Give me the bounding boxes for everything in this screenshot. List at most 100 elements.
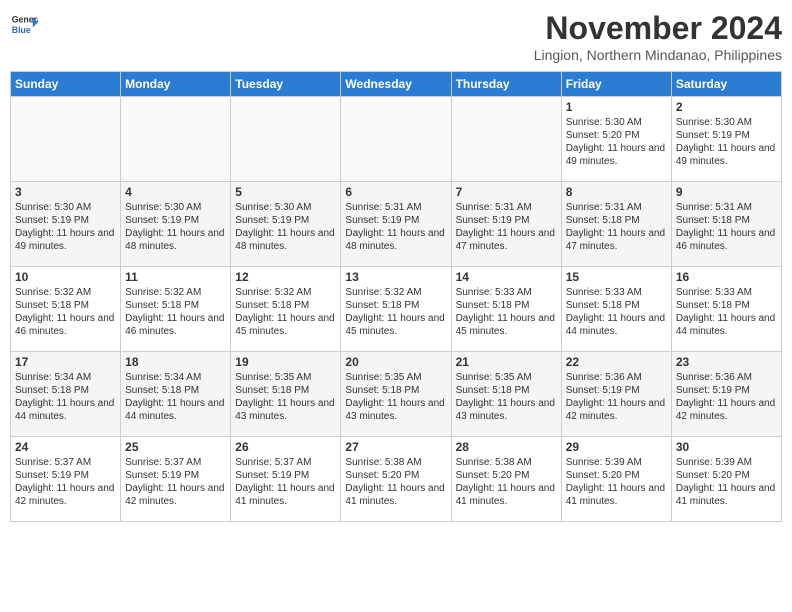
svg-text:Blue: Blue [12,25,31,35]
calendar-cell: 23Sunrise: 5:36 AMSunset: 5:19 PMDayligh… [671,352,781,437]
calendar-cell: 13 Sunrise: 5:32 AMSunset: 5:18 PMDayligh… [341,267,451,352]
day-info: Daylight: 11 hours and 46 minutes. [15,312,116,338]
day-info: Daylight: 11 hours and 41 minutes. [456,482,557,508]
day-info: Sunset: 5:18 PM [345,384,446,397]
day-number: 27 [345,440,446,454]
day-info: Sunset: 5:20 PM [676,469,777,482]
day-info: Sunset: 5:18 PM [676,214,777,227]
day-info: Daylight: 11 hours and 43 minutes. [345,397,446,423]
day-info: Sunrise: 5:34 AM [125,371,226,384]
day-info: Sunset: 5:19 PM [125,469,226,482]
day-info: Daylight: 11 hours and 41 minutes. [345,482,446,508]
day-number: 20 [345,355,446,369]
calendar-cell: 19Sunrise: 5:35 AMSunset: 5:18 PMDayligh… [231,352,341,437]
day-info: Sunset: 5:19 PM [345,214,446,227]
day-info: Daylight: 11 hours and 48 minutes. [235,227,336,253]
day-number: 14 [456,270,557,284]
day-info: Sunrise: 5:32 AM [345,286,446,299]
day-info: Daylight: 11 hours and 45 minutes. [235,312,336,338]
day-info: Sunrise: 5:35 AM [456,371,557,384]
day-info: Daylight: 11 hours and 41 minutes. [235,482,336,508]
day-info: Sunrise: 5:32 AM [15,286,116,299]
day-number: 2 [676,100,777,114]
day-number: 16 [676,270,777,284]
day-number: 3 [15,185,116,199]
calendar-cell: 15Sunrise: 5:33 AMSunset: 5:18 PMDayligh… [561,267,671,352]
day-info: Sunrise: 5:31 AM [676,201,777,214]
day-info: Sunrise: 5:37 AM [235,456,336,469]
day-info: Sunset: 5:20 PM [345,469,446,482]
calendar-cell [231,97,341,182]
day-number: 21 [456,355,557,369]
calendar-cell: 18Sunrise: 5:34 AMSunset: 5:18 PMDayligh… [121,352,231,437]
calendar-cell [451,97,561,182]
day-info: Daylight: 11 hours and 42 minutes. [566,397,667,423]
day-info: Sunset: 5:18 PM [566,214,667,227]
day-info: Sunrise: 5:31 AM [345,201,446,214]
day-number: 9 [676,185,777,199]
day-number: 23 [676,355,777,369]
day-info: Sunset: 5:19 PM [676,129,777,142]
day-number: 25 [125,440,226,454]
logo-icon: General Blue [10,10,38,38]
day-info: Daylight: 11 hours and 49 minutes. [15,227,116,253]
calendar-cell: 1Sunrise: 5:30 AMSunset: 5:20 PMDaylight… [561,97,671,182]
day-info: Sunset: 5:20 PM [566,469,667,482]
calendar-cell: 10Sunrise: 5:32 AMSunset: 5:18 PMDayligh… [11,267,121,352]
calendar-week-row: 1Sunrise: 5:30 AMSunset: 5:20 PMDaylight… [11,97,782,182]
day-info: Sunrise: 5:36 AM [566,371,667,384]
calendar-cell [11,97,121,182]
day-info: Sunrise: 5:33 AM [456,286,557,299]
day-info: Sunset: 5:20 PM [566,129,667,142]
day-info: Sunset: 5:18 PM [456,299,557,312]
day-info: Sunset: 5:18 PM [235,299,336,312]
day-number: 13 [345,270,446,284]
day-info: Sunrise: 5:30 AM [566,116,667,129]
day-number: 24 [15,440,116,454]
day-number: 6 [345,185,446,199]
day-info: Sunrise: 5:32 AM [235,286,336,299]
day-number: 10 [15,270,116,284]
day-info: Sunset: 5:18 PM [345,299,446,312]
day-info: Daylight: 11 hours and 42 minutes. [15,482,116,508]
day-info: Sunrise: 5:36 AM [676,371,777,384]
day-info: Sunset: 5:18 PM [676,299,777,312]
day-info: Daylight: 11 hours and 49 minutes. [566,142,667,168]
day-info: Sunset: 5:18 PM [125,384,226,397]
day-number: 29 [566,440,667,454]
day-number: 5 [235,185,336,199]
calendar-cell: 5Sunrise: 5:30 AMSunset: 5:19 PMDaylight… [231,182,341,267]
day-info: Sunrise: 5:34 AM [15,371,116,384]
day-info: Sunset: 5:19 PM [456,214,557,227]
day-info: Sunset: 5:20 PM [456,469,557,482]
day-info: Sunrise: 5:30 AM [125,201,226,214]
col-header-wednesday: Wednesday [341,72,451,97]
day-info: Sunset: 5:19 PM [15,469,116,482]
day-info: Daylight: 11 hours and 46 minutes. [125,312,226,338]
calendar-cell: 4Sunrise: 5:30 AMSunset: 5:19 PMDaylight… [121,182,231,267]
day-info: Sunrise: 5:39 AM [676,456,777,469]
day-info: Sunrise: 5:31 AM [566,201,667,214]
calendar-cell: 22Sunrise: 5:36 AMSunset: 5:19 PMDayligh… [561,352,671,437]
day-info: Daylight: 11 hours and 44 minutes. [15,397,116,423]
day-number: 30 [676,440,777,454]
day-info: Sunset: 5:18 PM [566,299,667,312]
day-info: Sunrise: 5:38 AM [345,456,446,469]
day-info: Sunrise: 5:30 AM [676,116,777,129]
day-info: Daylight: 11 hours and 41 minutes. [676,482,777,508]
day-info: Daylight: 11 hours and 44 minutes. [676,312,777,338]
title-block: November 2024 Lingion, Northern Mindanao… [534,10,782,63]
day-info: Daylight: 11 hours and 45 minutes. [345,312,446,338]
col-header-sunday: Sunday [11,72,121,97]
day-info: Sunrise: 5:30 AM [235,201,336,214]
day-info: Daylight: 11 hours and 49 minutes. [676,142,777,168]
day-info: Daylight: 11 hours and 43 minutes. [235,397,336,423]
day-info: Daylight: 11 hours and 45 minutes. [456,312,557,338]
day-info: Sunrise: 5:30 AM [15,201,116,214]
calendar-cell: 24Sunrise: 5:37 AMSunset: 5:19 PMDayligh… [11,437,121,522]
page-header: General Blue November 2024 Lingion, Nort… [10,10,782,63]
col-header-friday: Friday [561,72,671,97]
day-info: Sunrise: 5:31 AM [456,201,557,214]
day-info: Sunrise: 5:35 AM [345,371,446,384]
day-info: Daylight: 11 hours and 47 minutes. [566,227,667,253]
